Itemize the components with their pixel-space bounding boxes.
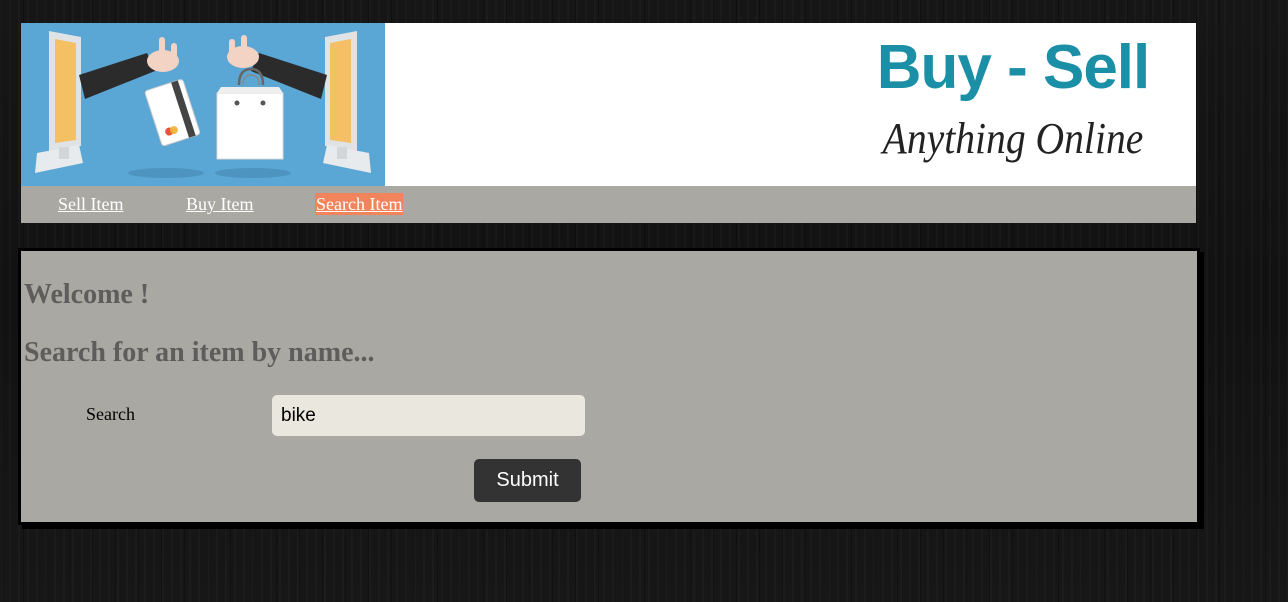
- header-banner: Buy - Sell Anything Online: [21, 23, 1196, 186]
- brand-title: Buy - Sell: [876, 33, 1151, 102]
- nav-link-sell-item[interactable]: Sell Item: [57, 193, 125, 215]
- search-panel: Welcome ! Search for an item by name... …: [18, 248, 1200, 525]
- brand-subtitle: Anything Online: [882, 114, 1144, 163]
- search-heading: Search for an item by name...: [24, 337, 375, 368]
- shopping-exchange-illustration: [21, 23, 385, 186]
- search-input[interactable]: [272, 395, 585, 436]
- nav-bar: Sell Item Buy Item Search Item: [21, 186, 1196, 223]
- brand-logo: Buy - Sell Anything Online: [868, 33, 1158, 183]
- submit-button[interactable]: Submit: [474, 459, 581, 502]
- nav-link-search-item[interactable]: Search Item: [315, 193, 404, 215]
- search-label: Search: [86, 404, 135, 424]
- welcome-heading: Welcome !: [24, 279, 150, 310]
- nav-link-buy-item[interactable]: Buy Item: [185, 193, 255, 215]
